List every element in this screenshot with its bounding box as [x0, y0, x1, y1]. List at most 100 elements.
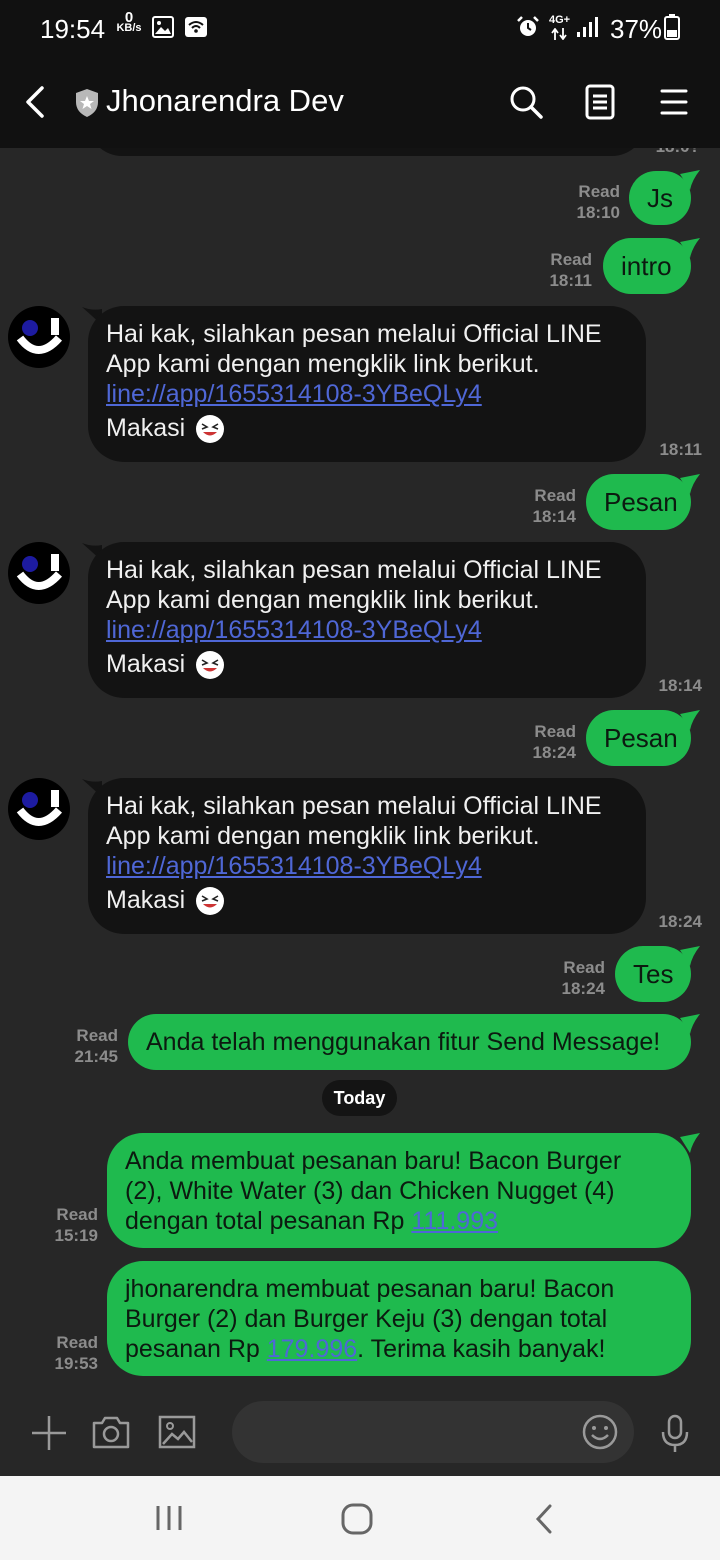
notes-icon[interactable] [580, 82, 620, 122]
status-bar: 19:54 0 KB/s 4G+ 37% [0, 0, 720, 56]
status-time: 19:54 [40, 14, 106, 44]
back-arrow-icon[interactable] [22, 82, 52, 122]
home-icon[interactable] [340, 1502, 374, 1536]
read-status: Read [56, 1333, 98, 1352]
message-text: Tes [633, 959, 674, 989]
system-nav-bar [0, 1476, 720, 1560]
message-line: App kami dengan mengklik link berikut. [106, 822, 540, 850]
outgoing-message[interactable]: jhonarendra membuat pesanan baru! Bacon … [107, 1261, 691, 1376]
message-line: Hai kak, silahkan pesan melalui Official… [106, 792, 602, 820]
bubble-tail [680, 474, 700, 494]
message-line: Hai kak, silahkan pesan melalui Official… [106, 320, 602, 348]
message-line: Makasi [106, 886, 186, 914]
bubble-tail [680, 1133, 700, 1153]
recents-icon[interactable] [154, 1504, 184, 1532]
app-link[interactable]: line://app/1655314108-3YBeQLy4 [106, 615, 602, 645]
message-line: App kami dengan mengklik link berikut. [106, 350, 540, 378]
contact-avatar[interactable] [8, 542, 70, 604]
message-text: intro [621, 251, 672, 281]
message-meta: Read 18:10 [540, 181, 620, 223]
partial-message-bubble[interactable] [88, 148, 646, 156]
net-speed-unit: KB/s [116, 22, 142, 34]
amount-link[interactable]: 179.996 [267, 1335, 357, 1363]
message-line: (2), White Water (3) dan Chicken Nugget … [125, 1177, 615, 1205]
emoji-icon[interactable] [582, 1414, 618, 1450]
bubble-tail [680, 710, 700, 730]
signal-icon [577, 17, 598, 37]
message-meta: Read 18:24 [525, 957, 605, 999]
contact-avatar[interactable] [8, 306, 70, 368]
message-body: Hai kak, silahkan pesan melalui Official… [106, 791, 602, 916]
search-icon[interactable] [506, 82, 546, 122]
read-status: Read [56, 1205, 98, 1224]
message-input-bar [0, 1386, 720, 1476]
outgoing-message[interactable]: Anda telah menggunakan fitur Send Messag… [128, 1014, 691, 1070]
message-line: . Terima kasih banyak! [357, 1335, 606, 1363]
chat-message-list[interactable]: 18:0? Read 18:10 Js Read 18:11 intro Hai… [0, 148, 720, 1386]
message-body: Hai kak, silahkan pesan melalui Official… [106, 319, 602, 444]
message-body: jhonarendra membuat pesanan baru! Bacon … [125, 1274, 614, 1364]
back-icon[interactable] [532, 1503, 556, 1535]
outgoing-message[interactable]: Pesan [586, 474, 691, 530]
gallery-notification-icon [152, 16, 174, 38]
partial-message-time: 18:0? [640, 148, 700, 157]
laughing-emoji-icon [196, 651, 225, 680]
message-line: Makasi [106, 650, 186, 678]
menu-icon[interactable] [654, 82, 694, 122]
message-meta: Read 18:24 [496, 721, 576, 763]
alarm-icon [517, 16, 539, 36]
app-link[interactable]: line://app/1655314108-3YBeQLy4 [106, 851, 602, 881]
message-time: 18:24 [658, 912, 702, 931]
camera-icon[interactable] [91, 1414, 131, 1450]
message-line: dengan total pesanan Rp [125, 1207, 412, 1235]
message-time: 18:11 [549, 271, 592, 290]
chat-title[interactable]: Jhonarendra Dev [106, 83, 344, 119]
data-activity-icon [551, 28, 567, 40]
read-status: Read [578, 182, 620, 201]
net-speed-indicator: 0 KB/s [114, 10, 144, 34]
microphone-icon[interactable] [660, 1414, 690, 1454]
message-time: 15:19 [54, 1226, 98, 1245]
message-line: Makasi [106, 414, 186, 442]
message-time: 18:14 [658, 676, 702, 695]
message-line: jhonarendra membuat pesanan baru! Bacon [125, 1275, 615, 1303]
amount-link[interactable]: 111.993 [411, 1207, 498, 1235]
message-line: App kami dengan mengklik link berikut. [106, 586, 540, 614]
incoming-message[interactable]: Hai kak, silahkan pesan melalui Official… [88, 306, 646, 462]
message-input[interactable] [232, 1401, 634, 1463]
message-time: 18:10 [576, 203, 620, 222]
message-line: Anda membuat pesanan baru! Bacon Burger [125, 1147, 622, 1175]
message-meta: Read 18:14 [496, 485, 576, 527]
wifi-calling-icon [185, 17, 207, 37]
message-body: Anda membuat pesanan baru! Bacon Burger … [125, 1146, 621, 1236]
outgoing-message[interactable]: Pesan [586, 710, 691, 766]
message-time: 19:53 [54, 1354, 98, 1373]
incoming-message[interactable]: Hai kak, silahkan pesan melalui Official… [88, 542, 646, 698]
date-separator: Today [322, 1080, 397, 1116]
message-time: 21:45 [74, 1047, 118, 1066]
message-text: Pesan [604, 487, 678, 517]
message-line: pesanan Rp [125, 1335, 267, 1363]
read-status: Read [550, 250, 592, 269]
message-text: Pesan [604, 723, 678, 753]
laughing-emoji-icon [196, 887, 225, 916]
bubble-tail [680, 1014, 700, 1034]
shield-star-icon [76, 89, 98, 117]
plus-icon[interactable] [30, 1414, 68, 1452]
message-meta: Read 18:11 [512, 249, 592, 291]
message-line: Hai kak, silahkan pesan melalui Official… [106, 556, 602, 584]
outgoing-message[interactable]: Anda membuat pesanan baru! Bacon Burger … [107, 1133, 691, 1248]
contact-avatar[interactable] [8, 778, 70, 840]
read-status: Read [563, 958, 605, 977]
chat-header: Jhonarendra Dev [0, 56, 720, 148]
laughing-emoji-icon [196, 415, 225, 444]
image-icon[interactable] [158, 1414, 196, 1450]
bubble-tail [680, 170, 700, 190]
message-text: Anda telah menggunakan fitur Send Messag… [146, 1028, 661, 1056]
outgoing-message[interactable]: intro [603, 238, 691, 294]
incoming-message[interactable]: Hai kak, silahkan pesan melalui Official… [88, 778, 646, 934]
app-link[interactable]: line://app/1655314108-3YBeQLy4 [106, 379, 602, 409]
bubble-tail [680, 238, 700, 258]
message-line: Burger (2) dan Burger Keju (3) dengan to… [125, 1305, 608, 1333]
message-meta: Read 19:53 [18, 1332, 98, 1374]
